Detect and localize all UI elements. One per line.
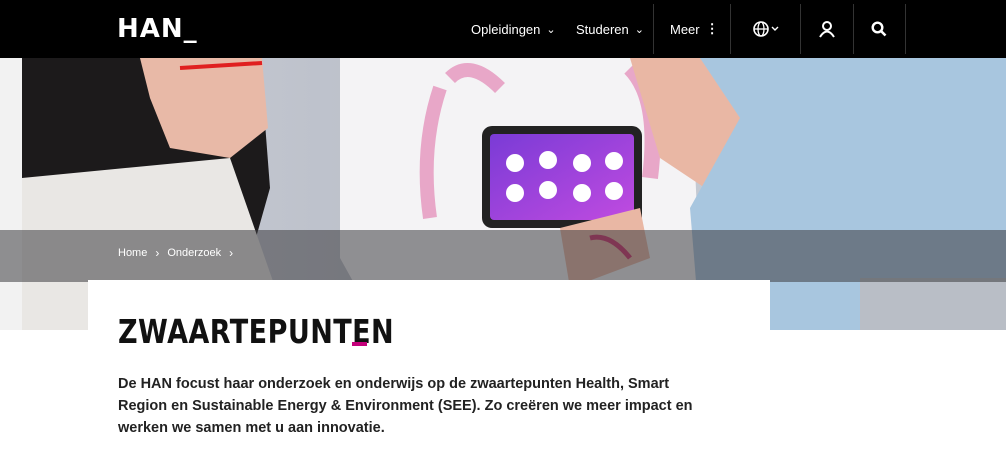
nav-studeren-label: Studeren xyxy=(576,21,629,37)
language-button[interactable] xyxy=(746,0,786,58)
breadcrumb-onderzoek[interactable]: Onderzoek xyxy=(167,247,221,259)
han-logo[interactable]: HAN_ xyxy=(117,14,198,44)
globe-icon xyxy=(753,21,779,37)
chevron-right-icon: › xyxy=(229,246,234,260)
nav-divider xyxy=(653,4,654,54)
top-navigation: HAN_ Opleidingen ⌄ Studeren ⌄ Meer ⋮ xyxy=(0,0,1006,58)
account-button[interactable] xyxy=(812,0,842,58)
more-dots-icon: ⋮ xyxy=(705,21,719,36)
nav-divider xyxy=(730,4,731,54)
chevron-down-icon: ⌄ xyxy=(546,23,556,36)
nav-divider xyxy=(905,4,906,54)
nav-opleidingen-label: Opleidingen xyxy=(471,21,541,37)
nav-meer-button[interactable]: Meer ⋮ xyxy=(670,21,719,37)
nav-opleidingen-button[interactable]: Opleidingen ⌄ xyxy=(471,22,556,37)
nav-opleidingen[interactable]: Opleidingen ⌄ xyxy=(471,0,556,58)
nav-meer[interactable]: Meer ⋮ xyxy=(670,0,719,58)
user-icon xyxy=(819,21,835,38)
breadcrumb-home[interactable]: Home xyxy=(118,247,147,259)
chevron-down-icon: ⌄ xyxy=(634,23,644,36)
nav-studeren-button[interactable]: Studeren ⌄ xyxy=(576,22,644,37)
title-underscore-accent xyxy=(352,342,367,346)
search-icon xyxy=(871,21,887,37)
chevron-right-icon: › xyxy=(155,246,160,260)
nav-divider xyxy=(853,4,854,54)
search-button[interactable] xyxy=(866,0,892,58)
nav-studeren[interactable]: Studeren ⌄ xyxy=(576,0,644,58)
intro-text: De HAN focust haar onderzoek en onderwij… xyxy=(118,376,693,436)
nav-divider xyxy=(800,4,801,54)
breadcrumb: Home › Onderzoek › xyxy=(118,246,233,260)
nav-meer-label: Meer xyxy=(670,21,700,37)
